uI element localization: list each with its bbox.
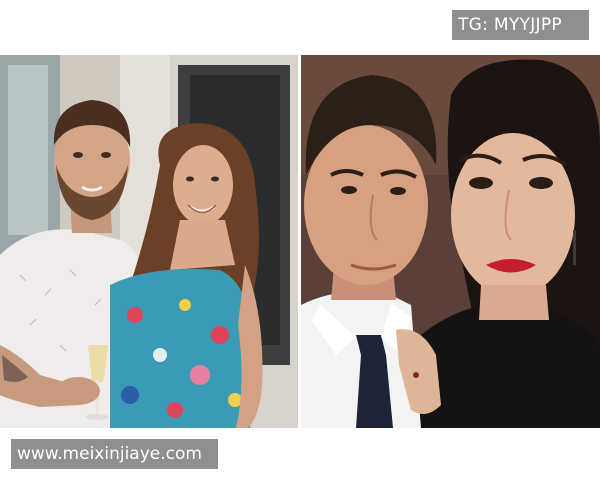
photo-right bbox=[301, 55, 600, 428]
watermark-top-right: TG: MYYJJPP bbox=[452, 10, 589, 40]
collage-canvas: TG: MYYJJPP www.meixinjiaye.com bbox=[0, 0, 600, 480]
watermark-bottom-left: www.meixinjiaye.com bbox=[11, 439, 218, 469]
photo-left bbox=[0, 55, 298, 428]
